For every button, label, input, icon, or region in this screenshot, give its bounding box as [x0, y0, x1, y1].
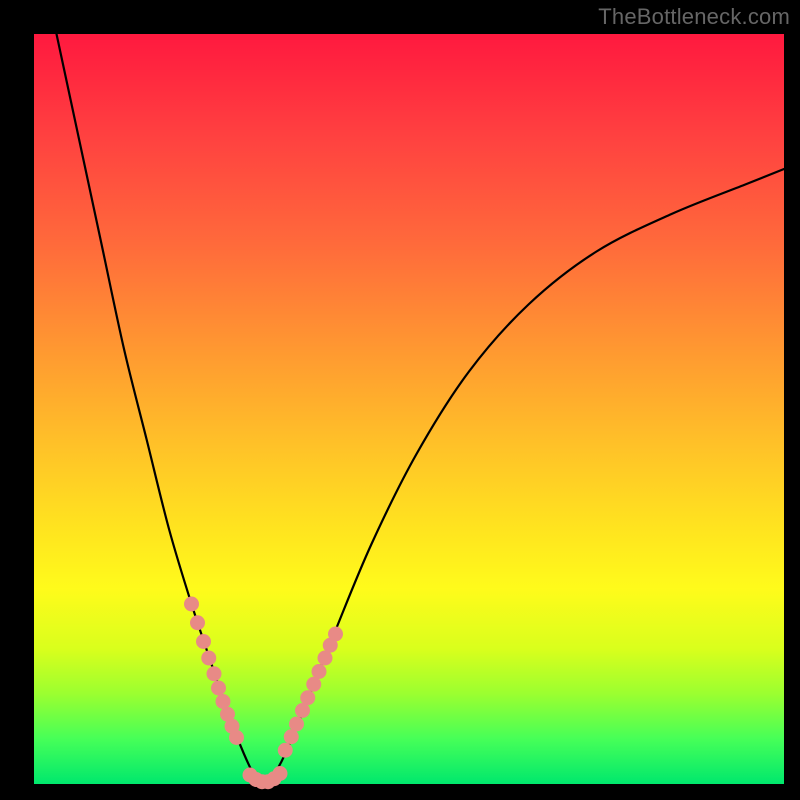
data-point — [289, 717, 304, 732]
watermark-text: TheBottleneck.com — [598, 4, 790, 30]
data-point — [196, 634, 211, 649]
data-point — [211, 681, 226, 696]
data-point — [216, 694, 231, 709]
data-point — [184, 597, 199, 612]
curve-layer — [34, 34, 784, 784]
data-point — [190, 615, 205, 630]
data-point — [278, 743, 293, 758]
plot-area — [34, 34, 784, 784]
data-point — [300, 690, 315, 705]
chart-frame: TheBottleneck.com — [0, 0, 800, 800]
bottleneck-curve-right — [267, 169, 785, 784]
data-point — [328, 627, 343, 642]
data-point — [273, 766, 288, 781]
data-point — [312, 664, 327, 679]
data-points-layer — [184, 597, 343, 790]
data-point — [229, 730, 244, 745]
data-point — [201, 651, 216, 666]
data-point — [207, 666, 222, 681]
bottleneck-curve-left — [57, 34, 267, 784]
